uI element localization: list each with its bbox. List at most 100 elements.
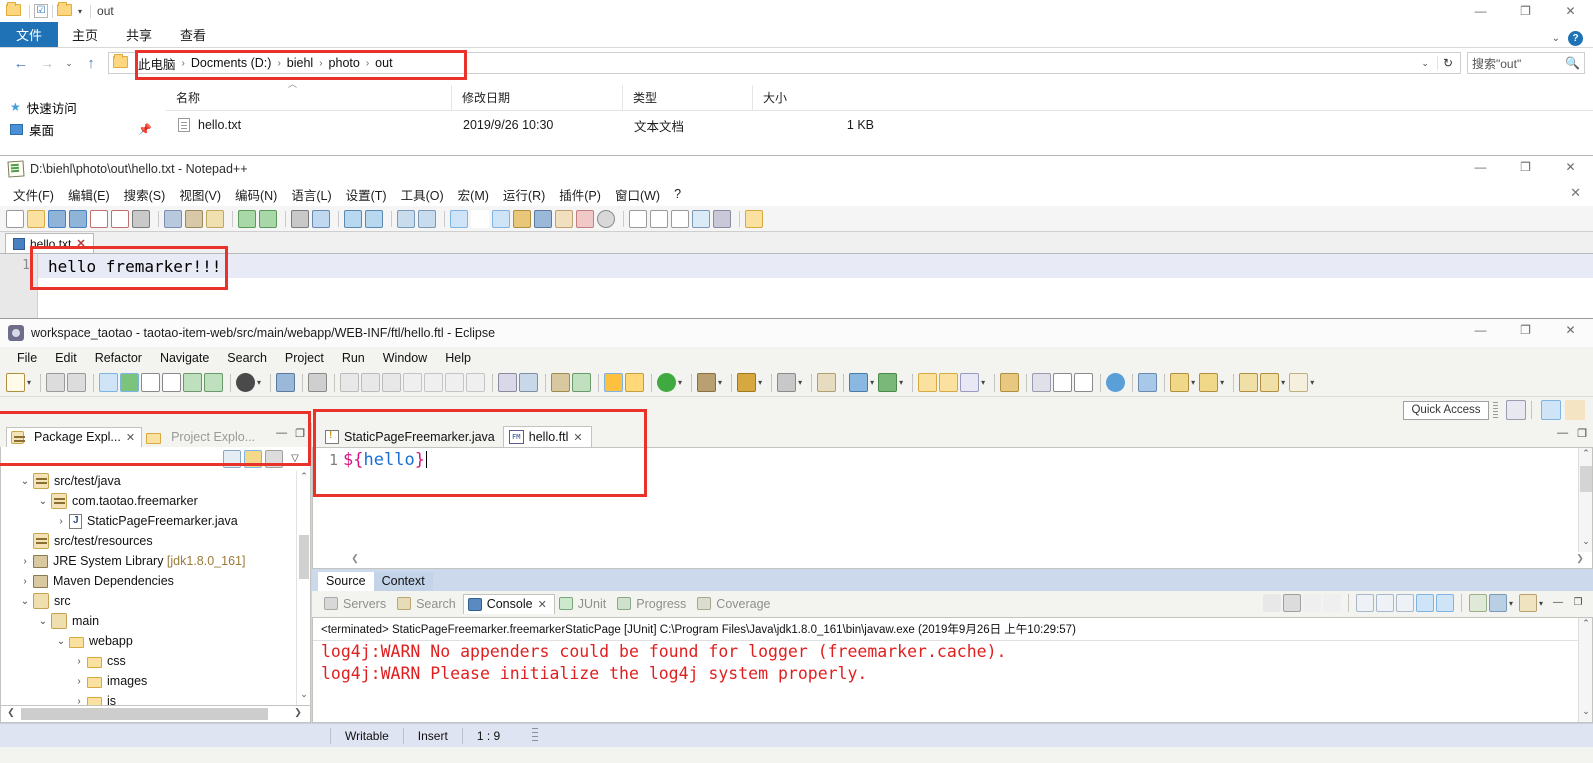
open-console-icon[interactable]: [1435, 594, 1454, 612]
ribbon-tab-share[interactable]: 共享: [112, 22, 166, 47]
menu-plugins[interactable]: 插件(P): [552, 185, 608, 204]
pin-icon[interactable]: 📌: [138, 123, 152, 136]
clear-console-icon[interactable]: [1282, 594, 1301, 612]
tab-coverage[interactable]: Coverage: [693, 595, 777, 614]
notepadpp-editor[interactable]: 1 hello fremarker!!!: [0, 254, 1593, 318]
scroll-left-icon[interactable]: ❮: [347, 553, 363, 564]
table-row[interactable]: hello.txt 2019/9/26 10:30 文本文档 1 KB: [166, 113, 1593, 137]
close-button[interactable]: ✕: [1548, 0, 1593, 22]
maximize-icon[interactable]: ❐: [1569, 594, 1587, 612]
tab-source[interactable]: Source: [318, 572, 374, 591]
breadcrumb-item-0[interactable]: 此电脑: [133, 54, 181, 73]
spell-check-icon[interactable]: [604, 373, 624, 392]
forward-history-icon[interactable]: [1260, 373, 1280, 392]
collapse-all-icon[interactable]: [223, 450, 241, 468]
suspend-icon[interactable]: [361, 373, 381, 392]
menu-window[interactable]: Window: [374, 351, 436, 365]
folder-workspace-icon[interactable]: [576, 209, 594, 228]
rocket-icon[interactable]: [960, 373, 980, 392]
export-icon[interactable]: [1000, 373, 1020, 392]
build-icon[interactable]: [99, 373, 119, 392]
column-header-type[interactable]: 类型: [622, 85, 752, 110]
new-folder-icon[interactable]: [57, 1, 73, 19]
chevron-down-icon[interactable]: ▾: [78, 7, 82, 16]
step-return-icon[interactable]: [466, 373, 486, 392]
show-all-chars-icon[interactable]: [471, 209, 489, 228]
open-console-menu-icon[interactable]: [1518, 594, 1537, 612]
scroll-up-icon[interactable]: ⌃: [1579, 618, 1592, 634]
minimize-button[interactable]: —: [1458, 0, 1503, 22]
quick-access-input[interactable]: Quick Access: [1403, 400, 1489, 420]
breadcrumb-item-4[interactable]: out: [370, 56, 397, 70]
record-macro-icon[interactable]: [629, 209, 647, 228]
tree-item-jre-system-library[interactable]: › JRE System Library [jdk1.8.0_161]: [1, 551, 310, 571]
tab-console[interactable]: Console ✕: [462, 594, 555, 614]
column-header-name[interactable]: 名称 ︿: [166, 79, 451, 110]
breadcrumb-item-3[interactable]: photo: [324, 56, 365, 70]
word-wrap-icon[interactable]: [1395, 594, 1414, 612]
pilcrow-icon[interactable]: [1074, 373, 1094, 392]
expand-arrow-icon[interactable]: ⌄: [53, 636, 69, 647]
save-all-icon[interactable]: [69, 209, 87, 228]
close-button[interactable]: ✕: [1548, 319, 1593, 341]
filters-icon[interactable]: [265, 450, 283, 468]
cut-icon[interactable]: [164, 209, 182, 228]
menu-language[interactable]: 语言(L): [284, 185, 338, 204]
import-icon[interactable]: [939, 373, 959, 392]
link-with-editor-icon[interactable]: [244, 450, 262, 468]
column-header-size[interactable]: 大小: [752, 85, 872, 110]
tree-item-staticpagefreemarker-java[interactable]: › StaticPageFreemarker.java: [1, 511, 310, 531]
open-perspective-icon[interactable]: [1506, 400, 1526, 420]
save-icon[interactable]: [46, 373, 66, 392]
indent-guide-icon[interactable]: [492, 209, 510, 228]
close-all-icon[interactable]: [111, 209, 129, 228]
scroll-right-icon[interactable]: ❯: [290, 707, 306, 718]
ribbon-tab-home[interactable]: 主页: [58, 22, 112, 47]
view-menu-icon[interactable]: ▽: [286, 450, 304, 468]
tree-item-js[interactable]: › js: [1, 691, 310, 705]
tree-item-src[interactable]: ⌄ src: [1, 591, 310, 611]
new-folder-icon[interactable]: [918, 373, 938, 392]
previous-annotation-icon[interactable]: [1170, 373, 1190, 392]
perspective-java-ee-icon[interactable]: [1541, 400, 1561, 420]
properties-icon[interactable]: ☑: [34, 4, 48, 18]
menu-view[interactable]: 视图(V): [172, 185, 228, 204]
close-file-icon[interactable]: [90, 209, 108, 228]
chevron-down-icon[interactable]: ▾: [758, 378, 762, 387]
minimize-button[interactable]: —: [1458, 319, 1503, 341]
open-file-icon[interactable]: [27, 209, 45, 228]
menu-file[interactable]: 文件(F): [6, 185, 61, 204]
find-icon[interactable]: [291, 209, 309, 228]
menu-edit[interactable]: Edit: [46, 351, 86, 365]
info-icon[interactable]: [141, 373, 161, 392]
print-icon[interactable]: [132, 209, 150, 228]
menu-run[interactable]: 运行(R): [496, 185, 552, 204]
scroll-up-icon[interactable]: ⌃: [297, 471, 310, 487]
link-icon[interactable]: [1262, 594, 1281, 612]
forward-button[interactable]: →: [34, 51, 60, 75]
expand-arrow-icon[interactable]: ›: [17, 576, 33, 587]
copy-icon[interactable]: [185, 209, 203, 228]
scroll-right-icon[interactable]: ❯: [1572, 553, 1588, 564]
console-output[interactable]: <terminated> StaticPageFreemarker.freema…: [312, 617, 1593, 723]
menu-refactor[interactable]: Refactor: [86, 351, 151, 365]
doc-map-icon[interactable]: [534, 209, 552, 228]
undo-icon[interactable]: [238, 209, 256, 228]
tab-package-explorer[interactable]: Package Expl... ✕: [6, 427, 143, 447]
terminate-icon[interactable]: [1302, 594, 1321, 612]
chevron-down-icon[interactable]: ⌄: [1415, 58, 1435, 69]
show-whitespace-icon[interactable]: [1053, 373, 1073, 392]
menu-tools[interactable]: 工具(O): [394, 185, 451, 204]
step-into-icon[interactable]: [424, 373, 444, 392]
sidebar-item-quick-access[interactable]: ★ 快速访问: [10, 96, 160, 118]
chevron-down-icon[interactable]: ⌄: [1552, 33, 1560, 44]
column-header-modified[interactable]: 修改日期: [451, 85, 622, 110]
menu-search[interactable]: 搜索(S): [117, 185, 173, 204]
tab-project-explorer[interactable]: Project Explo...: [142, 428, 261, 447]
open-type-icon[interactable]: [572, 373, 592, 392]
user-defined-dialog-icon[interactable]: [513, 209, 531, 228]
help-icon[interactable]: ?: [1568, 30, 1583, 46]
zoom-in-icon[interactable]: [344, 209, 362, 228]
expand-arrow-icon[interactable]: ⌄: [17, 596, 33, 607]
editor-vertical-scrollbar[interactable]: ⌃ ⌄: [1578, 448, 1592, 552]
